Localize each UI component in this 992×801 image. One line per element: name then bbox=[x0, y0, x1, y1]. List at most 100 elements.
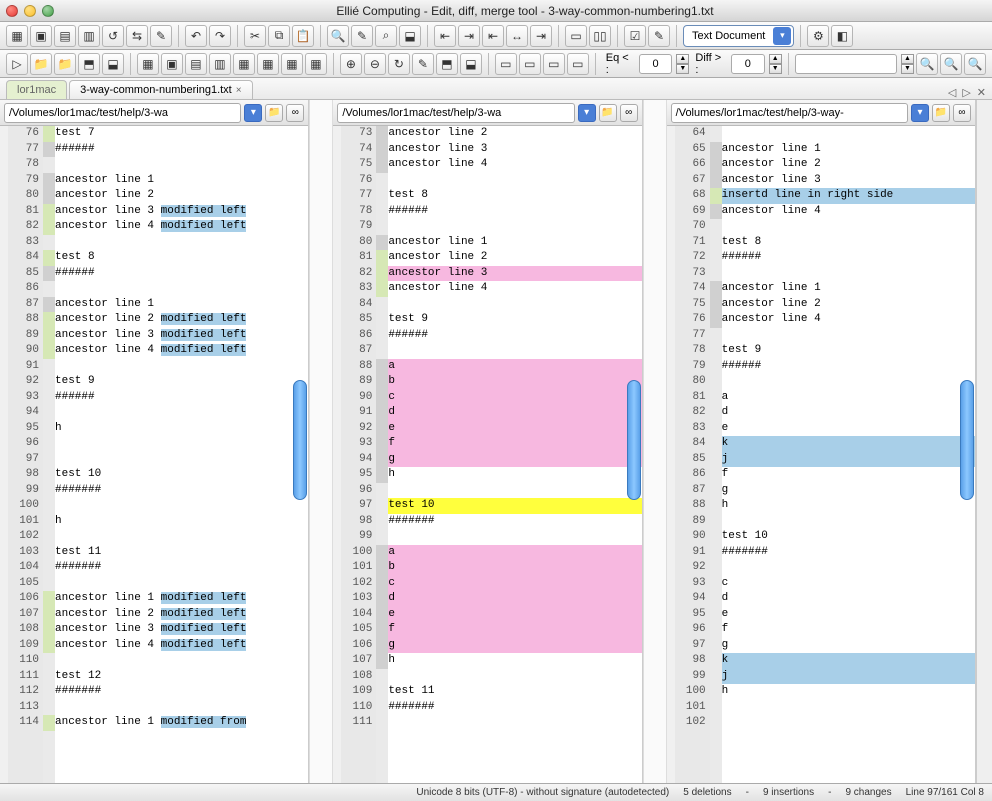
code-line[interactable]: h bbox=[55, 514, 308, 530]
scrollbar-thumb[interactable] bbox=[960, 380, 974, 500]
code-line[interactable]: h bbox=[722, 498, 975, 514]
next-tab-icon[interactable]: ▷ bbox=[962, 86, 970, 99]
search-stepper[interactable]: ▲▼ bbox=[901, 54, 914, 74]
code-line[interactable]: c bbox=[388, 576, 641, 592]
nav-diff-icon-1[interactable]: ⇥ bbox=[458, 25, 480, 47]
file-icon-4[interactable]: ↺ bbox=[102, 25, 124, 47]
code-line[interactable]: ####### bbox=[722, 545, 975, 561]
session-icon-4[interactable]: ⬓ bbox=[102, 53, 124, 75]
code-line[interactable]: ancestor line 4 bbox=[388, 281, 641, 297]
code-line[interactable]: test 10 bbox=[55, 467, 308, 483]
clipboard-icon-1[interactable]: ⧉ bbox=[268, 25, 290, 47]
code-line[interactable] bbox=[722, 219, 975, 235]
code-line[interactable]: j bbox=[722, 452, 975, 468]
merge-icon-3[interactable]: ✎ bbox=[412, 53, 434, 75]
code-line[interactable]: e bbox=[388, 607, 641, 623]
code-line[interactable]: ###### bbox=[55, 142, 308, 158]
code-line[interactable] bbox=[55, 529, 308, 545]
opts-icon-1[interactable]: ✎ bbox=[648, 25, 670, 47]
code-line[interactable]: ancestor line 1 bbox=[722, 142, 975, 158]
nav-diff-icon-3[interactable]: ↔ bbox=[506, 25, 528, 47]
view-icon-7[interactable]: ▦ bbox=[305, 53, 327, 75]
code-line[interactable] bbox=[722, 266, 975, 282]
code-line[interactable] bbox=[388, 715, 641, 731]
code-line[interactable]: k bbox=[722, 436, 975, 452]
code-line[interactable]: c bbox=[388, 390, 641, 406]
code-line[interactable]: f bbox=[722, 622, 975, 638]
zoom-window-icon[interactable] bbox=[42, 5, 54, 17]
code-line[interactable]: d bbox=[388, 405, 641, 421]
pane-icon-3[interactable]: ▭ bbox=[567, 53, 589, 75]
code-line[interactable]: ####### bbox=[388, 514, 641, 530]
zoom-icon-0[interactable]: 🔍 bbox=[916, 53, 938, 75]
code-line[interactable]: ancestor line 4 bbox=[388, 157, 641, 173]
code-line[interactable]: test 11 bbox=[388, 684, 641, 700]
code-line[interactable]: ancestor line 1 bbox=[55, 173, 308, 189]
view-icon-2[interactable]: ▤ bbox=[185, 53, 207, 75]
code-line[interactable]: h bbox=[55, 421, 308, 437]
session-icon-3[interactable]: ⬒ bbox=[78, 53, 100, 75]
code-line[interactable] bbox=[722, 715, 975, 731]
code-line[interactable] bbox=[388, 669, 641, 685]
file-icon-5[interactable]: ⇆ bbox=[126, 25, 148, 47]
code-line[interactable]: a bbox=[388, 545, 641, 561]
minimize-window-icon[interactable] bbox=[24, 5, 36, 17]
close-window-icon[interactable] bbox=[6, 5, 18, 17]
undo-icon-0[interactable]: ↶ bbox=[185, 25, 207, 47]
code-line[interactable]: test 8 bbox=[55, 250, 308, 266]
code-line[interactable]: ancestor line 3 modified left bbox=[55, 328, 308, 344]
code-line[interactable] bbox=[55, 653, 308, 669]
session-icon-1[interactable]: 📁 bbox=[30, 53, 52, 75]
link-icon[interactable]: ∞ bbox=[620, 104, 638, 122]
path-dropdown-icon[interactable]: ▾ bbox=[578, 104, 596, 122]
code-line[interactable]: ####### bbox=[55, 560, 308, 576]
find-icon-3[interactable]: ⬓ bbox=[399, 25, 421, 47]
code-line[interactable]: g bbox=[722, 638, 975, 654]
code-line[interactable]: ancestor line 2 modified left bbox=[55, 312, 308, 328]
scrollbar-thumb[interactable] bbox=[293, 380, 307, 500]
opts-icon-0[interactable]: ☑ bbox=[624, 25, 646, 47]
code-line[interactable]: e bbox=[722, 421, 975, 437]
code-line[interactable]: ancestor line 1 bbox=[722, 281, 975, 297]
code-line[interactable]: j bbox=[722, 669, 975, 685]
code-line[interactable]: b bbox=[388, 374, 641, 390]
code-line[interactable]: g bbox=[388, 452, 641, 468]
file-icon-6[interactable]: ✎ bbox=[150, 25, 172, 47]
code-line[interactable]: g bbox=[722, 483, 975, 499]
view-icon-6[interactable]: ▦ bbox=[281, 53, 303, 75]
code-line[interactable]: test 7 bbox=[55, 126, 308, 142]
settings-icon-0[interactable]: ⚙ bbox=[807, 25, 829, 47]
eq-value[interactable]: 0 bbox=[639, 54, 673, 74]
eq-stepper[interactable]: ▲▼ bbox=[676, 54, 689, 74]
clipboard-icon-0[interactable]: ✂ bbox=[244, 25, 266, 47]
code-line[interactable] bbox=[55, 157, 308, 173]
code-line[interactable]: d bbox=[388, 591, 641, 607]
nav-diff-icon-2[interactable]: ⇤ bbox=[482, 25, 504, 47]
code-line[interactable]: d bbox=[722, 405, 975, 421]
code-line[interactable] bbox=[722, 328, 975, 344]
code-line[interactable]: c bbox=[722, 576, 975, 592]
code-line[interactable] bbox=[388, 529, 641, 545]
pane-icon-2[interactable]: ▭ bbox=[543, 53, 565, 75]
overview-strip[interactable] bbox=[976, 100, 992, 783]
code-line[interactable]: ###### bbox=[388, 328, 641, 344]
code-line[interactable]: h bbox=[388, 653, 641, 669]
merge-icon-0[interactable]: ⊕ bbox=[340, 53, 362, 75]
zoom-icon-1[interactable]: 🔍 bbox=[940, 53, 962, 75]
code-line[interactable]: ancestor line 4 modified left bbox=[55, 343, 308, 359]
view-icon-1[interactable]: ▣ bbox=[161, 53, 183, 75]
search-input[interactable] bbox=[795, 54, 897, 74]
document-tab-0[interactable]: lor1mac bbox=[6, 80, 67, 99]
editor-center[interactable]: 7374757677787980818283848586878889909192… bbox=[333, 126, 641, 783]
file-icon-2[interactable]: ▤ bbox=[54, 25, 76, 47]
scrollbar-thumb[interactable] bbox=[627, 380, 641, 500]
file-icon-3[interactable]: ▥ bbox=[78, 25, 100, 47]
code-line[interactable]: ancestor line 2 bbox=[722, 157, 975, 173]
code-line[interactable] bbox=[55, 281, 308, 297]
code-line[interactable]: test 8 bbox=[388, 188, 641, 204]
close-icon[interactable]: × bbox=[236, 85, 242, 96]
session-icon-2[interactable]: 📁 bbox=[54, 53, 76, 75]
session-icon-0[interactable]: ▷ bbox=[6, 53, 28, 75]
code-line[interactable]: ###### bbox=[388, 204, 641, 220]
code-line[interactable]: test 9 bbox=[388, 312, 641, 328]
